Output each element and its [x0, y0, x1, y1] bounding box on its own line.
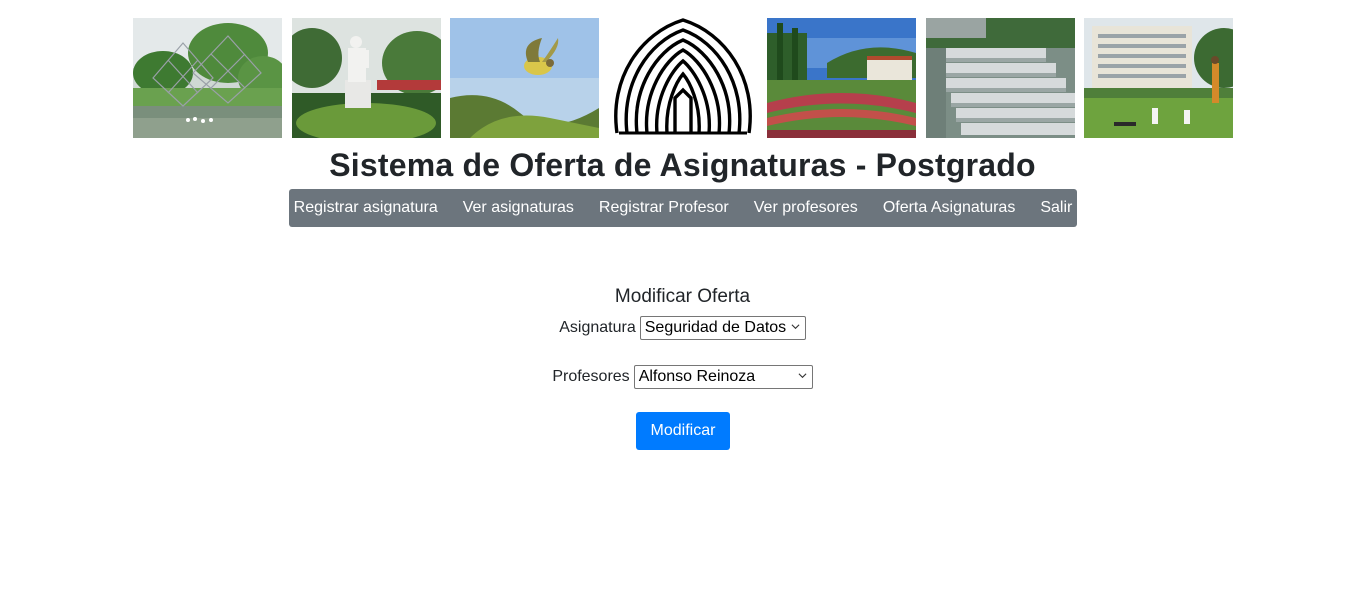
- garden-building-photo: [767, 18, 916, 138]
- page-title: Sistema de Oferta de Asignaturas - Postg…: [329, 147, 1036, 183]
- profesores-selected-value: Alfonso Reinoza: [638, 368, 756, 385]
- profesores-select[interactable]: Alfonso Reinoza: [633, 365, 813, 389]
- form-title: Modificar Oferta: [614, 286, 751, 307]
- profesores-label: Profesores: [552, 368, 630, 385]
- nav-registrar-asignatura[interactable]: Registrar asignatura: [281, 189, 450, 227]
- campus-lawn-photo: [1084, 18, 1233, 138]
- nav-ver-asignaturas[interactable]: Ver asignaturas: [450, 189, 586, 227]
- header-banner: [133, 18, 1233, 138]
- asignatura-select[interactable]: Seguridad de Datos: [639, 316, 806, 340]
- modificar-button[interactable]: Modificar: [636, 412, 730, 450]
- asignatura-selected-value: Seguridad de Datos: [644, 319, 787, 336]
- nav-registrar-profesor[interactable]: Registrar Profesor: [586, 189, 741, 227]
- asignatura-row: Asignatura Seguridad de Datos: [0, 316, 1365, 340]
- nav-oferta-asignaturas[interactable]: Oferta Asignaturas: [870, 189, 1028, 227]
- logo-emblem: [611, 18, 755, 138]
- nav-salir[interactable]: Salir: [1028, 189, 1085, 227]
- nav-ver-profesores[interactable]: Ver profesores: [741, 189, 870, 227]
- chevron-down-icon: [798, 373, 807, 379]
- lake-sculpture-photo: [133, 18, 282, 138]
- bird-photo: [450, 18, 599, 138]
- fountain-photo: [926, 18, 1075, 138]
- asignatura-label: Asignatura: [559, 319, 636, 336]
- profesores-row: Profesores Alfonso Reinoza: [0, 365, 1365, 389]
- page: Sistema de Oferta de Asignaturas - Postg…: [0, 0, 1365, 606]
- main-navbar: Registrar asignatura Ver asignaturas Reg…: [289, 189, 1077, 227]
- chevron-down-icon: [791, 324, 800, 330]
- statue-photo: [292, 18, 441, 138]
